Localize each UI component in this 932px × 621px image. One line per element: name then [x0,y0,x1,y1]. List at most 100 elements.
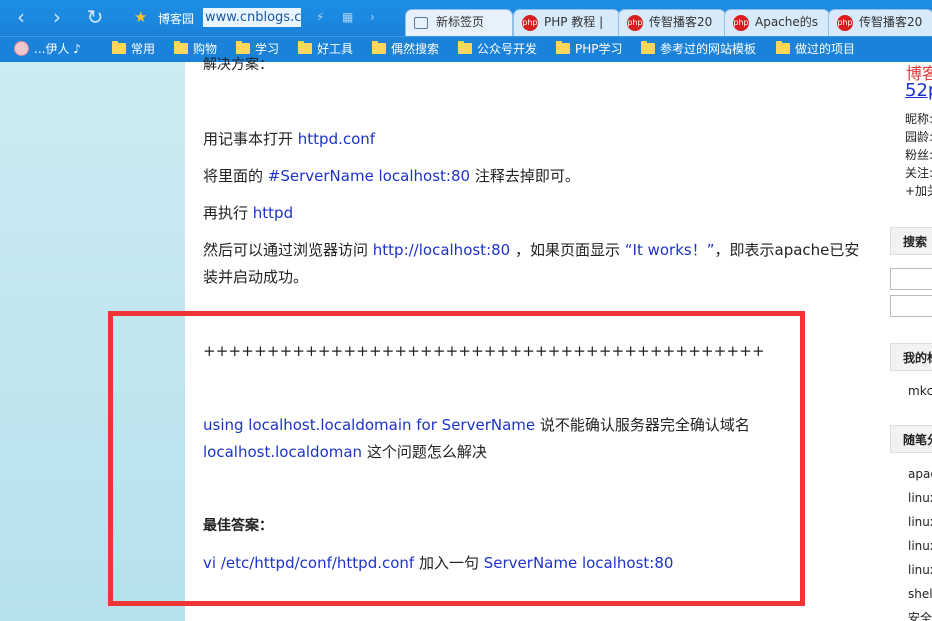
bookmark-label: 参考过的网站模板 [660,42,757,56]
folder-icon [556,41,570,54]
profile-fans: 粉丝: [905,148,932,162]
text: 说不能确认服务器完全确认域名 [535,416,750,434]
tab-chuanzhi-2[interactable]: php 传智播客20 [828,9,932,36]
bookmarks-bar: ...伊人 ♪ 常用 购物 学习 好工具 偶然搜索 公众号开发 PHP学习 参考… [0,36,932,62]
profile-follow: 关注: [905,166,932,180]
category-item[interactable]: linux [908,491,932,505]
solution-heading: 解决方案： [203,57,273,70]
code-servername-localhost: ServerName localhost:80 [483,554,674,572]
text: 注释去掉即可。 [470,167,580,185]
add-follow-link[interactable]: +加关 [905,182,932,199]
paragraph-uncomment: 将里面的 #ServerName localhost:80 注释去掉即可。 [203,165,580,186]
folder-icon [641,41,655,54]
folder-icon [458,41,472,54]
text: 这个问题怎么解决 [362,443,487,461]
tab-label: PHP 教程 | [544,15,604,29]
search-heading: 搜索 [890,227,932,255]
bookmark-folder[interactable]: 偶然搜索 [372,41,439,57]
favorite-star-icon[interactable]: ★ [134,8,147,26]
php-icon: php [627,15,643,31]
browser-toolbar: ‹ › ↻ ★ 博客园 www.cnblogs.com ⚡ ▦ › 新标签页 p… [0,0,932,36]
reload-icon[interactable]: ↻ [84,6,106,28]
folder-icon [112,41,126,54]
tab-label: 传智播客20 [649,15,713,29]
lightning-icon[interactable]: ⚡ [316,10,324,24]
bookmark-folder[interactable]: 常用 [112,41,155,57]
category-item[interactable]: linux [908,563,932,577]
folder-icon [776,41,790,54]
localhost-link[interactable]: http://localhost:80 [373,241,510,259]
bookmark-folder[interactable]: PHP学习 [556,41,623,57]
profile-age: 园龄: [905,130,932,144]
code-httpd: httpd [252,204,294,222]
text: ，即表示apache已安 [714,241,860,259]
forward-arrow-icon[interactable]: › [46,6,68,28]
grid-icon[interactable]: ▦ [342,10,353,24]
bookmark-label: 常用 [131,42,156,56]
paragraph-browser-visit: 然后可以通过浏览器访问 http://localhost:80 ，如果页面显示 … [203,239,859,260]
tab-chuanzhi-1[interactable]: php 传智播客20 [618,9,726,36]
it-works-quote: “It works！” [624,241,715,259]
category-item[interactable]: linux [908,539,932,553]
code-vi-httpd-conf: vi /etc/httpd/conf/httpd.conf [203,554,415,572]
best-answer-label: 最佳答案： [203,518,273,534]
category-item[interactable]: shell [908,587,932,601]
php-icon: php [837,15,853,31]
category-item[interactable]: linux [908,515,932,529]
text: 加入一句 [414,554,484,572]
question-line-2: localhost.localdoman 这个问题怎么解决 [203,441,487,462]
tag-item[interactable]: mkc [908,384,932,398]
httpd-conf-link[interactable]: httpd.conf [298,130,375,148]
text: 将里面的 [203,167,268,185]
address-bar[interactable]: www.cnblogs.com [203,8,301,27]
php-icon: php [522,15,538,31]
separator-plus-line: ++++++++++++++++++++++++++++++++++++++++… [203,342,765,360]
category-item[interactable]: apac [908,467,932,481]
bookmark-folder[interactable]: 好工具 [298,41,353,57]
tab-label: 新标签页 [436,15,485,29]
folder-icon [372,41,386,54]
paragraph-run-httpd: 再执行 httpd [203,202,293,223]
code-servername: #ServerName localhost:80 [267,167,471,185]
my-tags-heading: 我的标 [890,343,932,371]
google-search-input[interactable] [890,295,932,317]
php-icon: php [733,15,749,31]
paragraph-open-notepad: 用记事本打开 httpd.conf [203,128,375,149]
tab-new-tab[interactable]: 新标签页 [405,9,513,36]
bookmark-folder[interactable]: 参考过的网站模板 [641,41,756,57]
page-icon [414,17,428,29]
code-localdoman: localhost.localdoman [203,443,363,461]
bookmark-label: 公众号开发 [477,42,538,56]
bookmark-label: 偶然搜索 [391,42,440,56]
bookmark-label: PHP学习 [575,42,623,56]
category-item[interactable]: 安全 [908,609,932,621]
text: 然后可以通过浏览器访问 [203,241,373,259]
paragraph-install-success: 装并启动成功。 [203,268,309,286]
chevron-right-icon[interactable]: › [370,10,375,24]
back-arrow-icon[interactable]: ‹ [10,6,32,28]
tab-php-tutorial[interactable]: php PHP 教程 | [513,9,620,36]
search-input[interactable] [890,268,932,290]
text: 再执行 [203,204,253,222]
bookmark-yiren[interactable]: ...伊人 ♪ [14,41,81,57]
tab-apache[interactable]: php Apache的s [724,9,830,36]
code-localdomain: using localhost.localdomain for ServerNa… [203,416,536,434]
site-name: 博客园 [158,12,195,26]
answer-line: vi /etc/httpd/conf/httpd.conf 加入一句 Serve… [203,552,673,573]
bookmark-folder[interactable]: 公众号开发 [458,41,537,57]
avatar-icon [14,41,29,56]
blog-url-link[interactable]: 52p [905,80,932,101]
bookmark-label: 做过的项目 [795,42,856,56]
bookmark-folder[interactable]: 做过的项目 [776,41,855,57]
folder-icon [174,41,188,54]
profile-nickname: 昵称: [905,112,932,126]
question-line-1: using localhost.localdomain for ServerNa… [203,414,750,435]
bookmark-label: 好工具 [317,42,354,56]
tab-label: 传智播客20 [859,15,923,29]
bookmark-label: ...伊人 ♪ [34,42,81,56]
category-heading: 随笔分 [890,425,932,453]
tab-label: Apache的s [755,15,819,29]
text: 用记事本打开 [203,130,298,148]
folder-icon [298,41,312,54]
text: ，如果页面显示 [510,241,625,259]
